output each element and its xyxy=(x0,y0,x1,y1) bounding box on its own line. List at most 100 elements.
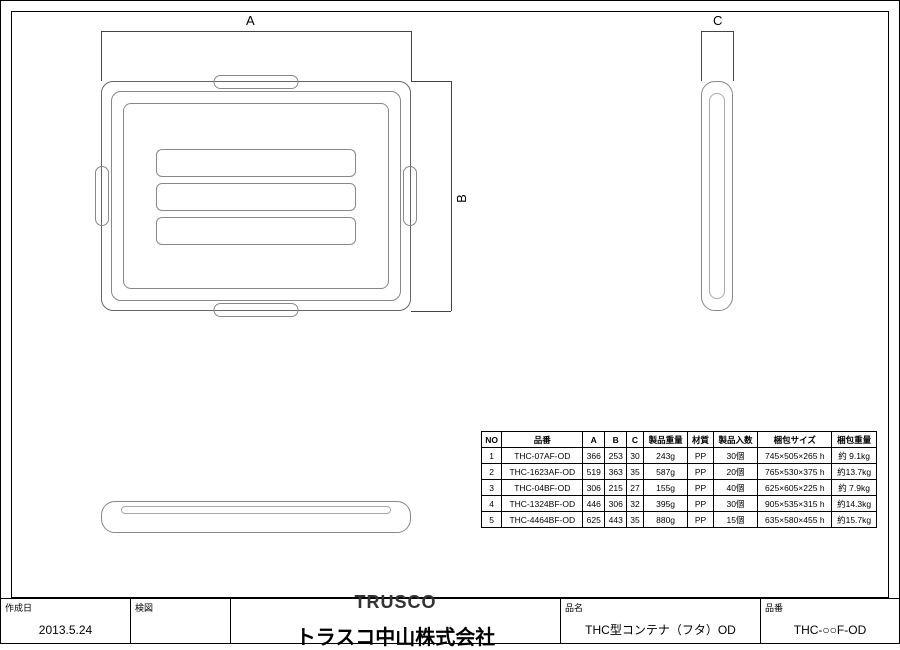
table-cell: 3 xyxy=(482,480,502,496)
product-number-value: THC-○○F-OD xyxy=(761,616,899,643)
table-cell: PP xyxy=(688,512,713,528)
dimension-line-a xyxy=(101,31,411,32)
table-cell: THC-04BF-OD xyxy=(502,480,583,496)
table-cell: THC-1623AF-OD xyxy=(502,464,583,480)
table-row: 1THC-07AF-OD36625330243gPP30個745×505×265… xyxy=(482,448,877,464)
date-value: 2013.5.24 xyxy=(1,616,130,643)
dimension-ext-b1 xyxy=(411,81,451,82)
table-cell: 約13.7kg xyxy=(832,464,877,480)
table-cell: 443 xyxy=(605,512,627,528)
table-cell: 20個 xyxy=(713,464,758,480)
dimension-ext-c1 xyxy=(701,31,702,81)
table-cell: 約14.3kg xyxy=(832,496,877,512)
table-cell: 30 xyxy=(627,448,644,464)
table-cell: 32 xyxy=(627,496,644,512)
table-cell: 363 xyxy=(605,464,627,480)
table-cell: THC-4464BF-OD xyxy=(502,512,583,528)
dimension-ext-c2 xyxy=(733,31,734,81)
table-row: 4THC-1324BF-OD44630632395gPP30個905×535×3… xyxy=(482,496,877,512)
table-cell: 905×535×315 h xyxy=(758,496,832,512)
table-cell: 2 xyxy=(482,464,502,480)
table-cell: 880g xyxy=(643,512,688,528)
table-header: 製品重量 xyxy=(643,432,688,448)
lid-clip-bottom xyxy=(214,303,299,317)
dimension-ext-b2 xyxy=(411,311,451,312)
logo-company-jp: トラスコ中山株式会社 xyxy=(296,621,496,650)
table-header: 梱包サイズ xyxy=(758,432,832,448)
table-cell: PP xyxy=(688,448,713,464)
table-row: 3THC-04BF-OD30621527155gPP40個625×605×225… xyxy=(482,480,877,496)
dimension-label-c: C xyxy=(713,13,722,28)
table-cell: 745×505×265 h xyxy=(758,448,832,464)
table-cell: 15個 xyxy=(713,512,758,528)
table-cell: 27 xyxy=(627,480,644,496)
table-cell: 625×605×225 h xyxy=(758,480,832,496)
inspect-label: 検図 xyxy=(131,599,230,616)
table-cell: THC-1324BF-OD xyxy=(502,496,583,512)
table-cell: 約 9.1kg xyxy=(832,448,877,464)
table-header: B xyxy=(605,432,627,448)
product-number-label: 品番 xyxy=(761,599,899,616)
dimension-ext-a2 xyxy=(411,31,412,81)
lid-clip-top xyxy=(214,75,299,89)
logo-trusco: TRUSCO xyxy=(355,592,437,613)
table-cell: 約 7.9kg xyxy=(832,480,877,496)
lid-slot xyxy=(156,183,356,211)
table-cell: PP xyxy=(688,464,713,480)
table-cell: THC-07AF-OD xyxy=(502,448,583,464)
table-header: A xyxy=(583,432,605,448)
product-name-value: THC型コンテナ（フタ）OD xyxy=(561,616,760,643)
table-header: C xyxy=(627,432,644,448)
table-cell: 625 xyxy=(583,512,605,528)
table-cell: 1 xyxy=(482,448,502,464)
table-cell: 30個 xyxy=(713,496,758,512)
table-cell: 30個 xyxy=(713,448,758,464)
lid-clip-right xyxy=(403,166,417,226)
table-cell: PP xyxy=(688,496,713,512)
lid-slot xyxy=(156,149,356,177)
table-cell: 253 xyxy=(605,448,627,464)
table-header: 材質 xyxy=(688,432,713,448)
lid-profile-view xyxy=(101,501,411,533)
table-row: 2THC-1623AF-OD51936335587gPP20個765×530×3… xyxy=(482,464,877,480)
inspect-value xyxy=(131,616,230,643)
table-cell: 635×580×455 h xyxy=(758,512,832,528)
table-cell: 243g xyxy=(643,448,688,464)
table-cell: 765×530×375 h xyxy=(758,464,832,480)
table-cell: 306 xyxy=(583,480,605,496)
dimension-line-c xyxy=(701,31,733,32)
table-cell: 306 xyxy=(605,496,627,512)
title-block: 作成日 2013.5.24 検図 TRUSCO トラスコ中山株式会社 品名 TH… xyxy=(1,598,899,643)
table-cell: 40個 xyxy=(713,480,758,496)
side-inner xyxy=(709,93,725,299)
company-logo: TRUSCO トラスコ中山株式会社 xyxy=(231,599,561,643)
table-cell: 5 xyxy=(482,512,502,528)
lid-top-view xyxy=(101,81,411,311)
table-row: 5THC-4464BF-OD62544335880gPP15個635×580×4… xyxy=(482,512,877,528)
table-cell: 35 xyxy=(627,512,644,528)
table-cell: 4 xyxy=(482,496,502,512)
table-cell: PP xyxy=(688,480,713,496)
product-name-label: 品名 xyxy=(561,599,760,616)
table-header: NO xyxy=(482,432,502,448)
table-header: 梱包重量 xyxy=(832,432,877,448)
table-cell: 215 xyxy=(605,480,627,496)
table-cell: 446 xyxy=(583,496,605,512)
profile-inner xyxy=(121,506,391,514)
table-cell: 519 xyxy=(583,464,605,480)
lid-side-view xyxy=(701,81,733,311)
table-cell: 587g xyxy=(643,464,688,480)
table-header: 品番 xyxy=(502,432,583,448)
table-cell: 155g xyxy=(643,480,688,496)
table-cell: 395g xyxy=(643,496,688,512)
table-cell: 366 xyxy=(583,448,605,464)
dimension-line-b xyxy=(451,81,452,311)
lid-slot xyxy=(156,217,356,245)
parts-table: NO品番ABC製品重量材質製品入数梱包サイズ梱包重量 1THC-07AF-OD3… xyxy=(481,431,877,528)
date-label: 作成日 xyxy=(1,599,130,616)
lid-clip-left xyxy=(95,166,109,226)
dimension-label-b: B xyxy=(454,194,469,203)
table-cell: 35 xyxy=(627,464,644,480)
drawing-sheet: A B C NO品番ABC製品重量材質製品入数梱包サイズ梱包重量 1THC-07… xyxy=(0,0,900,644)
table-cell: 約15.7kg xyxy=(832,512,877,528)
